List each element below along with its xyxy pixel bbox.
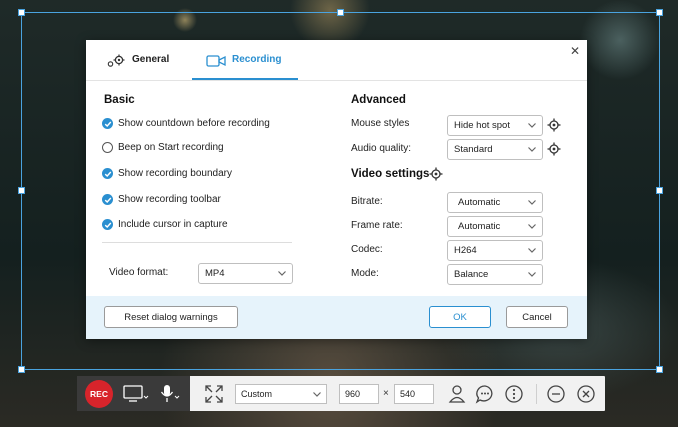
chevron-down-icon	[528, 272, 536, 277]
region-handle-top-right[interactable]	[656, 9, 663, 16]
checkbox-unchecked-icon[interactable]	[102, 142, 113, 153]
recording-toolbar: REC Custom 960 × 540	[77, 376, 605, 411]
audio-quality-gear-icon[interactable]	[547, 142, 561, 156]
mouse-styles-gear-icon[interactable]	[547, 118, 561, 132]
audio-quality-select[interactable]: Standard	[447, 139, 543, 160]
region-preset-select[interactable]: Custom	[235, 384, 327, 404]
tab-general-label: General	[132, 54, 170, 65]
video-settings-gear-icon[interactable]	[429, 167, 443, 181]
option-show-boundary[interactable]: Show recording boundary	[102, 168, 232, 179]
toolbar-separator	[536, 384, 537, 404]
minimize-icon[interactable]	[546, 384, 566, 404]
video-settings-section-title: Video settings	[351, 168, 430, 180]
reset-dialog-warnings-button[interactable]: Reset dialog warnings	[104, 306, 238, 328]
mode-value: Balance	[454, 269, 489, 280]
close-icon[interactable]	[576, 384, 596, 404]
cancel-button[interactable]: Cancel	[506, 306, 568, 328]
basic-section-title: Basic	[104, 94, 135, 106]
tab-general[interactable]: General	[106, 54, 169, 80]
option-label: Show countdown before recording	[118, 118, 270, 129]
region-handle-bottom-left[interactable]	[18, 366, 25, 373]
screen-source-icon[interactable]	[123, 385, 149, 403]
audio-quality-label: Audio quality:	[351, 143, 412, 154]
section-divider	[102, 242, 292, 243]
checkbox-checked-icon[interactable]	[102, 118, 113, 129]
option-include-cursor[interactable]: Include cursor in capture	[102, 219, 228, 230]
settings-dialog: ✕ General Recording Basic Show countdown…	[86, 40, 587, 339]
active-tab-indicator	[192, 78, 298, 80]
video-format-select[interactable]: MP4	[198, 263, 293, 284]
chat-bubble-icon[interactable]	[475, 384, 495, 404]
frame-rate-select[interactable]: Automatic	[447, 216, 543, 237]
checkbox-checked-icon[interactable]	[102, 168, 113, 179]
region-preset-value: Custom	[241, 389, 273, 399]
mouse-styles-label: Mouse styles	[351, 118, 410, 129]
option-label: Include cursor in capture	[118, 219, 228, 230]
frame-rate-label: Frame rate:	[351, 220, 403, 231]
mouse-styles-value: Hide hot spot	[454, 120, 510, 131]
bitrate-label: Bitrate:	[351, 196, 383, 207]
checkbox-checked-icon[interactable]	[102, 194, 113, 205]
dimension-times-symbol: ×	[383, 388, 389, 399]
mode-label: Mode:	[351, 268, 379, 279]
audio-quality-value: Standard	[454, 144, 493, 155]
microphone-icon[interactable]	[159, 384, 181, 404]
chevron-down-icon	[278, 271, 286, 276]
webcam-user-icon[interactable]	[448, 384, 466, 404]
tab-recording-label: Recording	[232, 54, 282, 65]
codec-value: H264	[454, 245, 477, 256]
option-label: Show recording toolbar	[118, 194, 221, 205]
option-label: Show recording boundary	[118, 168, 232, 179]
toolbar-record-group: REC	[77, 376, 190, 411]
height-input[interactable]: 540	[394, 384, 434, 404]
more-options-icon[interactable]	[504, 384, 524, 404]
chevron-down-icon	[313, 392, 321, 397]
region-handle-top-left[interactable]	[18, 9, 25, 16]
camera-icon	[206, 54, 226, 68]
dialog-footer: Reset dialog warnings OK Cancel	[86, 296, 587, 339]
region-handle-top-center[interactable]	[337, 9, 344, 16]
option-show-toolbar[interactable]: Show recording toolbar	[102, 194, 221, 205]
region-handle-middle-right[interactable]	[656, 187, 663, 194]
checkbox-checked-icon[interactable]	[102, 219, 113, 230]
video-format-label: Video format:	[109, 267, 169, 278]
frame-rate-value: Automatic	[458, 221, 501, 232]
mode-select[interactable]: Balance	[447, 264, 543, 285]
option-show-countdown[interactable]: Show countdown before recording	[102, 118, 270, 129]
ok-button[interactable]: OK	[429, 306, 491, 328]
bitrate-value: Automatic	[458, 197, 501, 208]
mouse-styles-select[interactable]: Hide hot spot	[447, 115, 543, 136]
chevron-down-icon	[528, 200, 536, 205]
chevron-down-icon	[528, 147, 536, 152]
region-handle-middle-left[interactable]	[18, 187, 25, 194]
codec-select[interactable]: H264	[447, 240, 543, 261]
region-handle-bottom-right[interactable]	[656, 366, 663, 373]
width-input[interactable]: 960	[339, 384, 379, 404]
gears-icon	[106, 54, 126, 68]
bitrate-select[interactable]: Automatic	[447, 192, 543, 213]
fullscreen-expand-icon[interactable]	[205, 385, 223, 403]
option-beep-on-start[interactable]: Beep on Start recording	[102, 142, 224, 153]
codec-label: Codec:	[351, 244, 383, 255]
tab-bar: General Recording	[86, 40, 587, 81]
tab-recording[interactable]: Recording	[206, 54, 281, 80]
chevron-down-icon	[528, 123, 536, 128]
video-format-value: MP4	[205, 268, 225, 279]
chevron-down-icon	[528, 248, 536, 253]
option-label: Beep on Start recording	[118, 142, 224, 153]
rec-button[interactable]: REC	[85, 380, 113, 408]
advanced-section-title: Advanced	[351, 94, 406, 106]
chevron-down-icon	[528, 224, 536, 229]
